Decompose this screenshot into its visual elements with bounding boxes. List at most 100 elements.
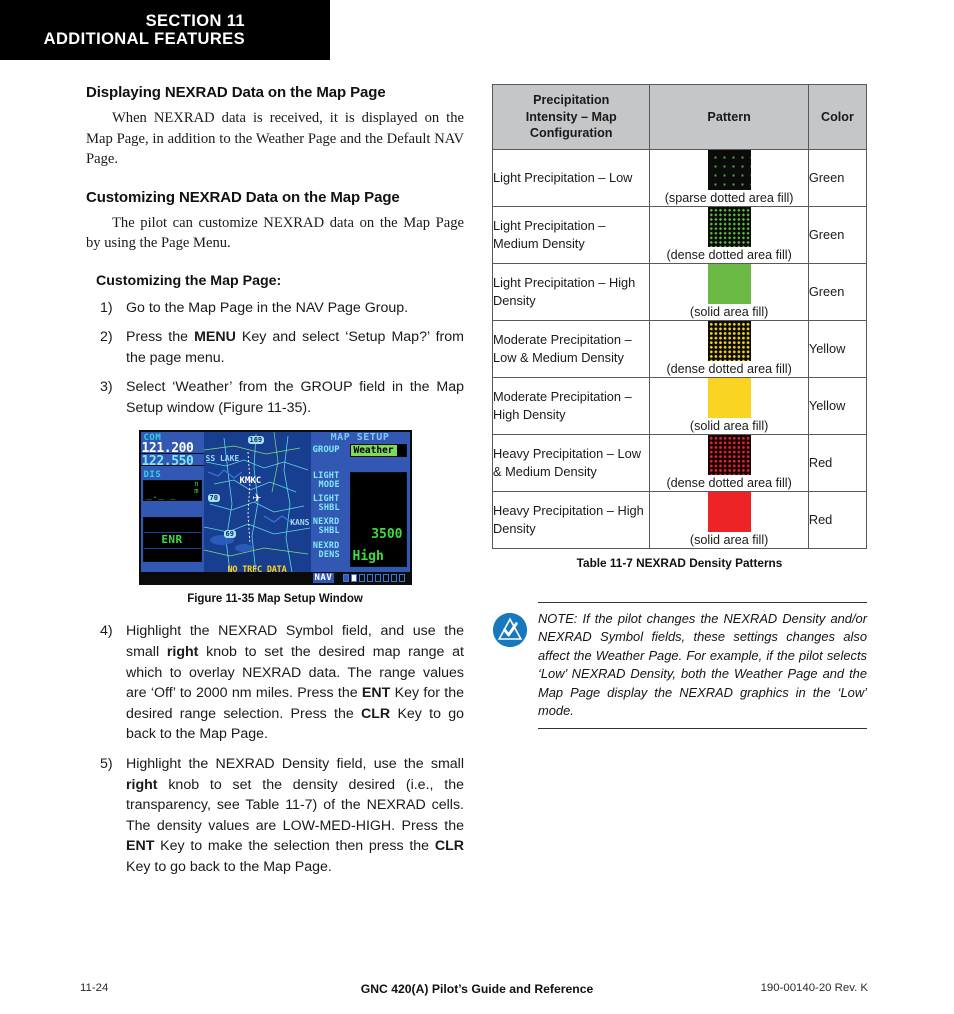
procedure-heading: Customizing the Map Page: [96, 272, 282, 289]
map-label-lake: SS LAKE [205, 454, 240, 464]
cell-intensity-label: Light Precipitation – High Density [491, 262, 651, 321]
cell-intensity-label: Moderate Precipitation – High Density [491, 376, 651, 435]
column-header-intensity: Precipitation Intensity – Map Configurat… [491, 84, 651, 150]
step-number: 3) [100, 379, 113, 396]
page-indicator-segment [390, 573, 397, 582]
field-label-light-mode: LIGHT MODE [313, 472, 340, 490]
procedure-steps-part2: 4) Highlight the NEXRAD Symbol field, and… [86, 621, 464, 877]
cell-color-name: Green [807, 148, 868, 207]
step-text-run: Key to go back to the Map Page. [126, 859, 332, 875]
cell-color-name: Yellow [807, 319, 868, 378]
pattern-swatch [707, 491, 751, 532]
cell-intensity-label: Heavy Precipitation – Low & Medium Densi… [491, 433, 651, 492]
field-label-line2: SHBL [318, 503, 340, 514]
cell-pattern: (dense dotted area fill) [649, 205, 809, 264]
figure-11-35: COM 121.200 122.550 DIS nm _._ _ ENR SS … [86, 430, 464, 605]
step-key-name: MENU [194, 329, 236, 346]
field-label-nexrd-shbl: NEXRD SHBL [313, 518, 340, 536]
page-indicator-segment [374, 573, 381, 582]
page-footer: 11-24 GNC 420(A) Pilot’s Guide and Refer… [0, 982, 954, 998]
procedure-step: 5) Highlight the NEXRAD Density field, us… [86, 754, 464, 878]
dis-label: DIS [143, 470, 162, 481]
pattern-description: (solid area fill) [689, 304, 769, 319]
step-text: Press the MENU Key and select ‘Setup Map… [126, 327, 464, 368]
page-indicator-segment [366, 573, 373, 582]
pattern-swatch [707, 377, 751, 418]
left-text-column: Displaying NEXRAD Data on the Map Page W… [86, 84, 464, 887]
field-label-line2: SHBL [318, 526, 340, 537]
pattern-description: (sparse dotted area fill) [664, 190, 794, 205]
pattern-swatch [707, 206, 751, 247]
page-indicator-segment [358, 573, 365, 582]
page-group-label: NAV [312, 573, 335, 584]
pattern-description: (dense dotted area fill) [666, 247, 792, 262]
pattern-description: (solid area fill) [689, 532, 769, 547]
table-row: Heavy Precipitation – High Density (solid… [491, 490, 868, 549]
note-callout: NOTE: If the pilot changes the NEXRAD De… [492, 601, 867, 730]
page-indicator-segment [398, 573, 405, 582]
right-column: Precipitation Intensity – Map Configurat… [491, 84, 868, 730]
step-key-name: CLR [434, 838, 464, 855]
cell-pattern: (solid area fill) [649, 262, 809, 321]
field-label-nexrd-dens: NEXRD DENS [313, 542, 340, 560]
page-header-banner: SECTION 11 ADDITIONAL FEATURES [0, 0, 330, 60]
group-field-value-box[interactable]: Weather [349, 444, 407, 458]
gps-map-setup-screen: COM 121.200 122.550 DIS nm _._ _ ENR SS … [138, 430, 412, 586]
step-number: 1) [100, 299, 113, 316]
cell-pattern: (dense dotted area fill) [649, 433, 809, 492]
pattern-swatch [707, 434, 751, 475]
pattern-swatch [707, 263, 751, 304]
page-indicator-segment [382, 573, 389, 582]
phase-of-flight-value: ENR [161, 533, 183, 547]
map-setup-values-panel: 3500 High [349, 472, 407, 568]
cell-intensity-label: Light Precipitation – Medium Density [491, 205, 651, 264]
step-text-run: Key to make the selection then press the [154, 838, 435, 855]
pattern-swatch [707, 149, 751, 190]
header-section-title: ADDITIONAL FEATURES [43, 29, 245, 48]
cell-pattern: (solid area fill) [649, 376, 809, 435]
phase-of-flight-panel: ENR [142, 517, 202, 563]
cell-color-name: Green [807, 262, 868, 321]
step-text-run: Highlight the NEXRAD Density field, use … [126, 756, 464, 773]
step-text-run: Select ‘Weather’ from the GROUP field in… [126, 379, 464, 416]
heading-displaying-nexrad: Displaying NEXRAD Data on the Map Page [86, 84, 386, 101]
cell-intensity-label: Moderate Precipitation – Low & Medium De… [491, 319, 651, 378]
field-label-light-shbl: LIGHT SHBL [313, 495, 340, 513]
dis-value: _._ _ [146, 491, 177, 502]
header-line: Intensity – Map [525, 109, 617, 124]
nexrd-density-value[interactable]: High [353, 549, 384, 564]
note-text: NOTE: If the pilot changes the NEXRAD De… [538, 610, 867, 719]
procedure-step: 2) Press the MENU Key and select ‘Setup M… [86, 327, 464, 368]
map-highway-shield-70: 70 [207, 494, 220, 503]
page-indicator-segment-active [350, 573, 357, 582]
map-highway-shield-69: 69 [223, 530, 236, 539]
cell-pattern: (solid area fill) [649, 490, 809, 549]
paragraph-displaying-nexrad: When NEXRAD data is received, it is disp… [86, 110, 464, 167]
dis-value-box: nm _._ _ [142, 480, 202, 502]
table-row: Light Precipitation – Medium Density (den… [491, 205, 868, 264]
cell-intensity-label: Heavy Precipitation – High Density [491, 490, 651, 549]
panel-divider-bottom [143, 548, 201, 550]
column-header-color: Color [807, 84, 868, 150]
header-section-number: SECTION 11 [145, 11, 245, 30]
table-row: Moderate Precipitation – Low & Medium De… [491, 319, 868, 378]
step-key-name: right [166, 644, 199, 661]
nexrd-symbol-value[interactable]: 3500 [371, 527, 402, 542]
cell-pattern: (dense dotted area fill) [649, 319, 809, 378]
column-header-pattern: Pattern [649, 84, 809, 150]
step-text: Highlight the NEXRAD Density field, use … [126, 754, 464, 878]
pattern-swatch [707, 320, 751, 361]
map-highway-shield-169: 169 [247, 436, 265, 445]
step-key-name: ENT [126, 838, 155, 855]
step-text: Select ‘Weather’ from the GROUP field in… [126, 377, 464, 418]
field-label-line2: DENS [318, 550, 340, 561]
heading-customizing-nexrad: Customizing NEXRAD Data on the Map Page [86, 188, 400, 206]
figure-caption: Figure 11-35 Map Setup Window [187, 593, 363, 606]
cell-color-name: Green [807, 205, 868, 264]
map-setup-title: MAP SETUP [330, 432, 390, 444]
map-setup-pane: MAP SETUP GROUP Weather LIGHT MODE LIGHT… [310, 432, 410, 578]
pattern-description: (solid area fill) [689, 418, 769, 433]
header-line: Configuration [529, 126, 613, 140]
nexrad-density-table: Precipitation Intensity – Map Configurat… [491, 84, 868, 549]
step-number: 2) [100, 329, 113, 346]
